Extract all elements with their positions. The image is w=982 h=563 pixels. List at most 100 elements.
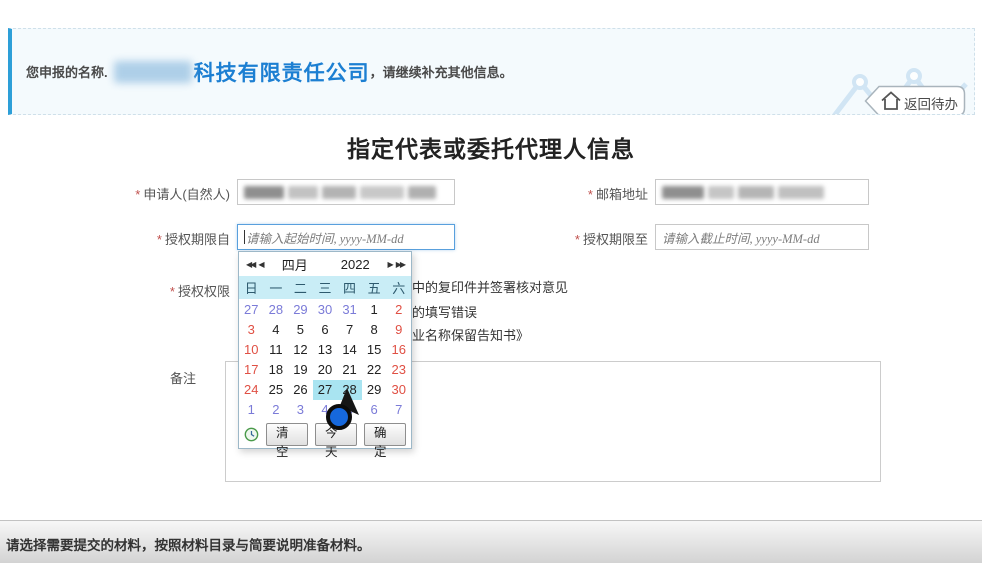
- calendar-day[interactable]: 6: [362, 400, 387, 420]
- materials-notice-bar: 请选择需要提交的材料，按照材料目录与简要说明准备材料。: [0, 520, 982, 563]
- required-mark: *: [170, 284, 175, 299]
- calendar-day[interactable]: 4: [264, 320, 289, 340]
- page-title: 指定代表或委托代理人信息: [0, 130, 982, 164]
- month-select[interactable]: 四月: [264, 255, 325, 274]
- calendar-day[interactable]: 17: [239, 360, 264, 380]
- calendar-day[interactable]: 29: [288, 300, 313, 320]
- calendar-day[interactable]: 31: [337, 300, 362, 320]
- auth-to-label: *授权期限至: [575, 229, 648, 248]
- redacted-value: [322, 186, 356, 199]
- auth-from-label: *授权期限自: [157, 229, 230, 248]
- auth-from-placeholder: 请输入起始时间, yyyy-MM-dd: [246, 228, 404, 247]
- calendar-day[interactable]: 12: [288, 340, 313, 360]
- calendar-day[interactable]: 5: [337, 400, 362, 420]
- calendar-day[interactable]: 10: [239, 340, 264, 360]
- calendar-day[interactable]: 5: [288, 320, 313, 340]
- calendar-weekdays: 日一二三四五六: [239, 276, 411, 299]
- calendar-grid: 2728293031123456789101112131415161718192…: [239, 299, 411, 421]
- calendar-day[interactable]: 3: [288, 400, 313, 420]
- required-mark: *: [157, 232, 162, 247]
- required-mark: *: [588, 187, 593, 202]
- calendar-day[interactable]: 20: [313, 360, 338, 380]
- auth-from-input[interactable]: 请输入起始时间, yyyy-MM-dd: [237, 224, 455, 250]
- weekday-label: 五: [362, 278, 387, 297]
- auth-scope-label: *授权权限: [170, 281, 230, 300]
- applicant-input[interactable]: [237, 179, 455, 205]
- calendar-header: ◀◀ ◀ 四月 2022 ▶ ▶▶: [239, 252, 411, 276]
- redacted-company-name: [114, 61, 192, 83]
- calendar-day[interactable]: 13: [313, 340, 338, 360]
- calendar-day[interactable]: 21: [337, 360, 362, 380]
- calendar-day[interactable]: 1: [239, 400, 264, 420]
- calendar-day[interactable]: 9: [386, 320, 411, 340]
- calendar-day[interactable]: 26: [288, 380, 313, 400]
- notice-banner: 您申报的名称. 科技有限责任公司 ，请继续补充其他信息。 返回待办: [8, 28, 975, 115]
- calendar-day[interactable]: 30: [386, 380, 411, 400]
- prev-month-button[interactable]: ◀: [256, 260, 264, 269]
- banner-prefix: 您申报的名称.: [26, 62, 108, 81]
- redacted-value: [662, 186, 704, 199]
- weekday-label: 四: [337, 278, 362, 297]
- calendar-day[interactable]: 23: [386, 360, 411, 380]
- required-mark: *: [575, 232, 580, 247]
- time-picker-icon[interactable]: [244, 426, 259, 443]
- calendar-day[interactable]: 16: [386, 340, 411, 360]
- auth-to-placeholder: 请输入截止时间, yyyy-MM-dd: [662, 228, 820, 247]
- calendar-day[interactable]: 7: [337, 320, 362, 340]
- calendar-day[interactable]: 3: [239, 320, 264, 340]
- redacted-value: [408, 186, 436, 199]
- calendar-day[interactable]: 2: [386, 300, 411, 320]
- redacted-value: [360, 186, 404, 199]
- calendar-day[interactable]: 1: [362, 300, 387, 320]
- calendar-day[interactable]: 24: [239, 380, 264, 400]
- calendar-day[interactable]: 28: [264, 300, 289, 320]
- calendar-day[interactable]: 7: [386, 400, 411, 420]
- auth-scope-line: 中的复印件并签署核对意见: [412, 277, 568, 296]
- calendar-footer: 清空 今天 确定: [239, 421, 411, 448]
- weekday-label: 二: [288, 278, 313, 297]
- prev-year-button[interactable]: ◀◀: [244, 260, 256, 269]
- date-picker-popup: ◀◀ ◀ 四月 2022 ▶ ▶▶ 日一二三四五六 27282930311234…: [238, 251, 412, 449]
- auth-scope-line: 业名称保留告知书》: [412, 325, 529, 344]
- redacted-value: [244, 186, 284, 199]
- calendar-day[interactable]: 28: [337, 380, 362, 400]
- email-input[interactable]: [655, 179, 869, 205]
- calendar-day[interactable]: 22: [362, 360, 387, 380]
- redacted-value: [778, 186, 824, 199]
- calendar-day[interactable]: 15: [362, 340, 387, 360]
- redacted-value: [708, 186, 734, 199]
- calendar-day[interactable]: 25: [264, 380, 289, 400]
- next-month-button[interactable]: ▶: [386, 260, 394, 269]
- calendar-day[interactable]: 8: [362, 320, 387, 340]
- clear-button[interactable]: 清空: [266, 423, 308, 446]
- today-button[interactable]: 今天: [315, 423, 357, 446]
- auth-to-input[interactable]: 请输入截止时间, yyyy-MM-dd: [655, 224, 869, 250]
- calendar-day[interactable]: 29: [362, 380, 387, 400]
- calendar-day[interactable]: 4: [313, 400, 338, 420]
- calendar-day[interactable]: 6: [313, 320, 338, 340]
- text-caret: [244, 230, 245, 244]
- ok-button[interactable]: 确定: [364, 423, 406, 446]
- calendar-day[interactable]: 27: [313, 380, 338, 400]
- calendar-day[interactable]: 27: [239, 300, 264, 320]
- redacted-value: [288, 186, 318, 199]
- calendar-day[interactable]: 19: [288, 360, 313, 380]
- back-button-label: 返回待办: [904, 93, 958, 113]
- applicant-label: *申请人(自然人): [135, 184, 230, 203]
- year-select[interactable]: 2022: [325, 257, 386, 272]
- company-name-suffix: 科技有限责任公司: [194, 57, 370, 87]
- back-to-todo-button[interactable]: 返回待办: [864, 85, 966, 115]
- calendar-day[interactable]: 30: [313, 300, 338, 320]
- weekday-label: 六: [386, 278, 411, 297]
- weekday-label: 一: [264, 278, 289, 297]
- next-year-button[interactable]: ▶▶: [394, 260, 406, 269]
- remark-label: 备注: [170, 368, 196, 387]
- redacted-value: [738, 186, 774, 199]
- weekday-label: 日: [239, 278, 264, 297]
- weekday-label: 三: [313, 278, 338, 297]
- calendar-day[interactable]: 18: [264, 360, 289, 380]
- email-label: *邮箱地址: [588, 184, 648, 203]
- calendar-day[interactable]: 11: [264, 340, 289, 360]
- calendar-day[interactable]: 2: [264, 400, 289, 420]
- calendar-day[interactable]: 14: [337, 340, 362, 360]
